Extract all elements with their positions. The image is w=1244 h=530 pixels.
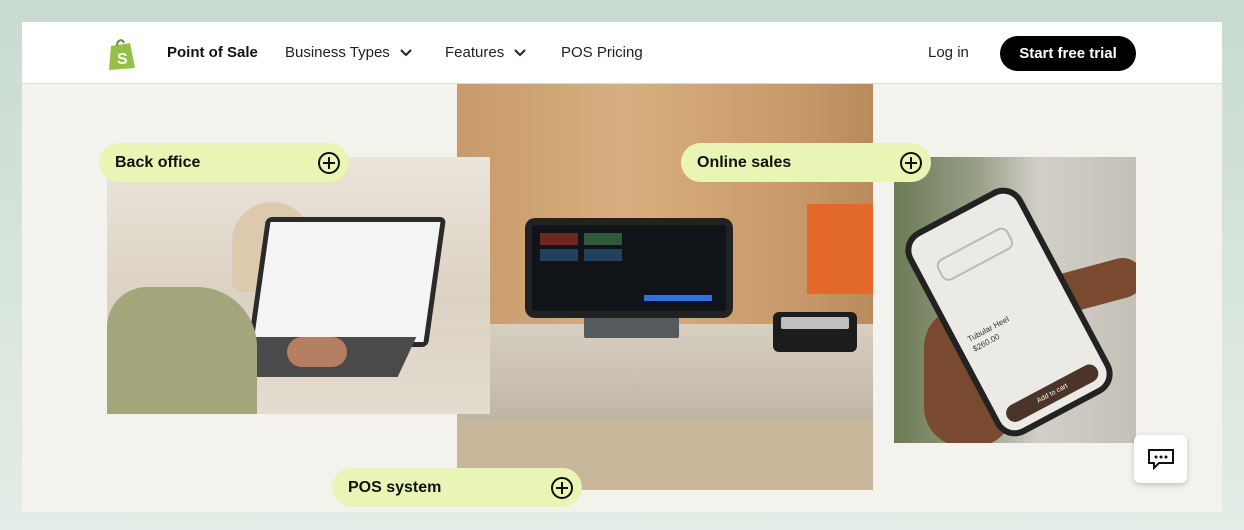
chevron-down-icon — [400, 48, 412, 56]
shopify-logo-icon[interactable]: S — [106, 37, 138, 71]
start-free-trial-button[interactable]: Start free trial — [1000, 36, 1136, 71]
back-office-laptop-photo — [107, 157, 490, 414]
orange-object — [807, 204, 873, 294]
feature-pill-back-office[interactable]: Back office — [99, 143, 349, 182]
login-link[interactable]: Log in — [928, 44, 969, 61]
nav-label: Business Types — [285, 44, 390, 61]
add-to-cart-button: Add to cart — [1002, 361, 1102, 426]
plus-circle-icon — [318, 151, 340, 174]
chevron-down-icon — [514, 48, 526, 56]
brand-label: Point of Sale — [167, 44, 258, 61]
chat-bubble-icon — [1147, 449, 1174, 470]
nav-features[interactable]: Features — [445, 44, 526, 61]
sweater-sleeve — [107, 287, 257, 414]
laptop — [247, 217, 447, 347]
chat-button[interactable] — [1134, 435, 1187, 483]
page-card: S Point of Sale Business Types Features … — [22, 22, 1222, 512]
svg-text:S: S — [117, 51, 128, 68]
login-label: Log in — [928, 44, 969, 61]
online-sales-phone-photo: Tubular Heel $260.00 Add to cart — [894, 157, 1136, 443]
card-reader — [773, 312, 857, 352]
feature-pill-online-sales[interactable]: Online sales — [681, 143, 931, 182]
stand — [584, 316, 679, 338]
tablet — [525, 218, 733, 318]
nav-label: Features — [445, 44, 505, 61]
nav-brand-point-of-sale[interactable]: Point of Sale — [167, 44, 258, 61]
pill-label: Back office — [115, 153, 201, 171]
feature-pill-pos-system[interactable]: POS system — [332, 468, 582, 507]
nav-label: POS Pricing — [561, 44, 643, 61]
top-nav: S Point of Sale Business Types Features … — [22, 22, 1222, 84]
shoe-image — [933, 224, 1016, 284]
cta-label: Start free trial — [1019, 45, 1117, 62]
nav-business-types[interactable]: Business Types — [285, 44, 412, 61]
plus-circle-icon — [551, 476, 573, 499]
pill-label: POS system — [348, 478, 442, 496]
pill-label: Online sales — [697, 153, 792, 171]
hand — [287, 337, 347, 367]
plus-circle-icon — [900, 151, 922, 174]
nav-pos-pricing[interactable]: POS Pricing — [561, 44, 643, 61]
